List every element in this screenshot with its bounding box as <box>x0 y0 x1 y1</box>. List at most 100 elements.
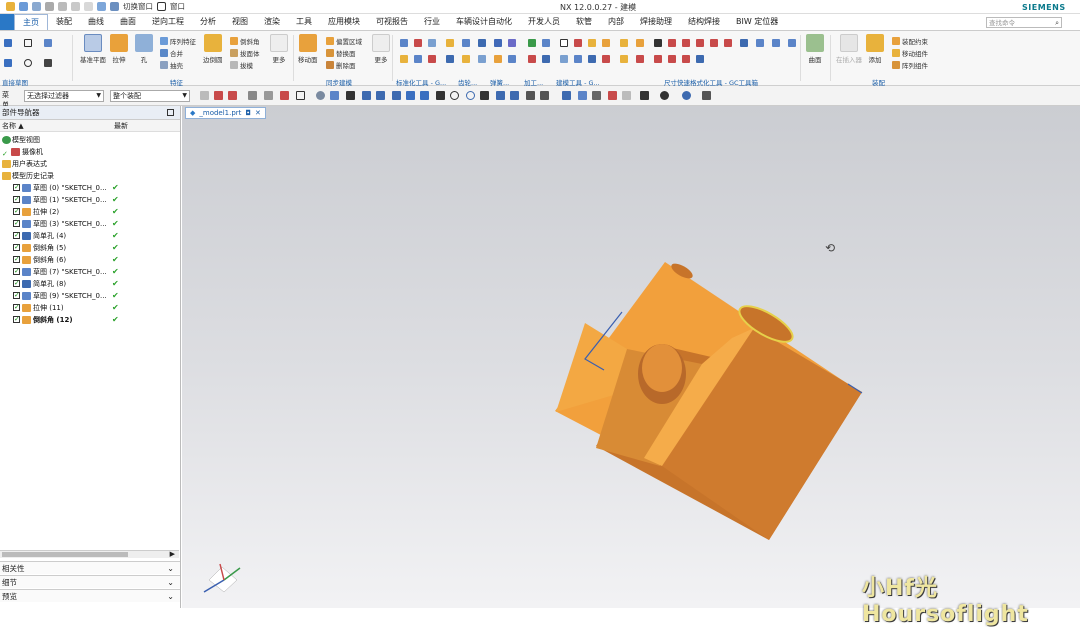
snap-icon[interactable] <box>510 91 519 100</box>
more-features-button[interactable]: 更多 <box>270 34 288 64</box>
feature-checkbox[interactable] <box>13 181 20 193</box>
scroll-right-icon[interactable]: ▶ <box>170 550 175 558</box>
snap-icon[interactable] <box>436 91 445 100</box>
tool-icon[interactable] <box>494 55 502 63</box>
tab-weld-assistant[interactable]: 焊接助理 <box>632 14 680 30</box>
tab-render[interactable]: 渲染 <box>256 14 288 30</box>
tool-icon[interactable] <box>668 39 676 47</box>
toolbar-icon[interactable] <box>214 91 223 100</box>
window-square-icon[interactable] <box>157 2 166 11</box>
tool-icon[interactable] <box>462 55 470 63</box>
tool-icon[interactable] <box>560 39 568 47</box>
view-icon[interactable] <box>622 91 631 100</box>
view-icon[interactable] <box>640 91 649 100</box>
tool-icon[interactable] <box>710 39 718 47</box>
panel-dependencies[interactable]: 相关性 ⌄ <box>0 561 180 574</box>
window-menu-label[interactable]: 窗口 <box>170 1 185 12</box>
view-icon[interactable] <box>660 91 669 100</box>
snap-icon[interactable] <box>420 91 429 100</box>
snap-icon[interactable] <box>392 91 401 100</box>
view-icon[interactable] <box>682 91 691 100</box>
tree-row-feature[interactable]: 草图 (7) "SKETCH_0... ✔ <box>0 265 180 278</box>
assembly-constraint-button[interactable]: 装配约束 <box>892 36 928 46</box>
tab-analysis[interactable]: 分析 <box>192 14 224 30</box>
maximize-icon[interactable] <box>167 109 174 116</box>
tool-icon[interactable] <box>428 39 436 47</box>
snap-icon[interactable] <box>406 91 415 100</box>
tab-view[interactable]: 视图 <box>224 14 256 30</box>
tool-icon[interactable] <box>478 39 486 47</box>
tool-icon[interactable] <box>574 55 582 63</box>
add-component-button[interactable]: 添加 <box>866 34 884 64</box>
tab-internal[interactable]: 内部 <box>600 14 632 30</box>
toolbar-icon[interactable] <box>248 91 257 100</box>
tool-icon[interactable] <box>400 55 408 63</box>
tree-row-feature[interactable]: 简单孔 (8) ✔ <box>0 277 180 290</box>
toolbar-icon[interactable] <box>280 91 289 100</box>
tool-icon[interactable] <box>636 39 644 47</box>
tab-biw-locator[interactable]: BIW 定位器 <box>728 14 786 30</box>
snap-icon[interactable] <box>526 91 535 100</box>
tool-icon[interactable] <box>560 55 568 63</box>
tab-application[interactable]: 应用模块 <box>320 14 368 30</box>
draft-button[interactable]: 拔模 <box>230 60 253 70</box>
circle-icon[interactable] <box>24 59 32 67</box>
tool-icon[interactable] <box>588 55 596 63</box>
copy-icon[interactable] <box>58 2 67 11</box>
tool-icon[interactable] <box>602 55 610 63</box>
tree-row-feature[interactable]: 简单孔 (4) ✔ <box>0 229 180 242</box>
thicken-button[interactable]: 拔面体 <box>230 48 260 58</box>
window-icon[interactable] <box>110 2 119 11</box>
array-feature-button[interactable]: 阵列特征 <box>160 36 196 46</box>
view-icon[interactable] <box>592 91 601 100</box>
tab-industry[interactable]: 行业 <box>416 14 448 30</box>
point-icon[interactable] <box>44 59 52 67</box>
more-sync-button[interactable]: 更多 <box>372 34 390 64</box>
redo-icon[interactable] <box>32 2 41 11</box>
undo-icon[interactable] <box>19 2 28 11</box>
tree-row-feature[interactable]: 拉伸 (2) ✔ <box>0 205 180 218</box>
tool-icon[interactable] <box>620 39 628 47</box>
component-dialog-button[interactable]: 在插入器 <box>836 34 862 64</box>
tree-row-feature[interactable]: 拉伸 (11) ✔ <box>0 301 180 314</box>
tab-assembly[interactable]: 装配 <box>48 14 80 30</box>
tool-icon[interactable] <box>446 55 454 63</box>
panel-preview[interactable]: 预览 ⌄ <box>0 589 180 602</box>
col-latest-header[interactable]: 最新 <box>114 120 128 132</box>
cut-icon[interactable] <box>45 2 54 11</box>
panel-details[interactable]: 细节 ⌄ <box>0 575 180 588</box>
unite-button[interactable]: 合并 <box>160 48 183 58</box>
tool-icon[interactable] <box>414 55 422 63</box>
tool-icon[interactable] <box>772 39 780 47</box>
tree-row-user-expressions[interactable]: 用户表达式 <box>0 158 180 170</box>
rectangle-icon[interactable] <box>24 39 32 47</box>
tool-icon[interactable] <box>668 55 676 63</box>
feature-checkbox[interactable] <box>13 229 20 241</box>
tab-reverse-engineering[interactable]: 逆向工程 <box>144 14 192 30</box>
tool-icon[interactable] <box>696 55 704 63</box>
part-model[interactable] <box>182 106 1080 608</box>
tab-visual-report[interactable]: 可视报告 <box>368 14 416 30</box>
tab-vehicle-design[interactable]: 车辆设计自动化 <box>448 14 520 30</box>
tree-row-feature[interactable]: 倒斜角 (6) ✔ <box>0 253 180 266</box>
tool-icon[interactable] <box>636 55 644 63</box>
menu-dropdown[interactable]: 菜单 <box>0 90 14 109</box>
hole-button[interactable]: 孔 <box>135 34 153 64</box>
surface-button[interactable]: 曲面 <box>806 34 824 64</box>
toolbar-icon[interactable] <box>228 91 237 100</box>
sketch-curve-icon[interactable] <box>4 39 12 47</box>
feature-checkbox[interactable] <box>13 193 20 205</box>
tool-icon[interactable] <box>446 39 454 47</box>
snap-icon[interactable] <box>480 91 489 100</box>
snap-icon[interactable] <box>466 91 475 100</box>
tree-row-feature[interactable]: 草图 (9) "SKETCH_0... ✔ <box>0 289 180 302</box>
scrollbar-thumb[interactable] <box>2 552 128 557</box>
tree-row-feature-current[interactable]: 倒斜角 (12) ✔ <box>0 313 180 326</box>
search-icon[interactable]: ⌕ <box>1055 18 1059 28</box>
feature-checkbox[interactable] <box>13 253 20 265</box>
snap-icon[interactable] <box>496 91 505 100</box>
tab-surface[interactable]: 曲面 <box>112 14 144 30</box>
tool-icon[interactable] <box>542 39 550 47</box>
col-name-header[interactable]: 名称 ▲ <box>2 120 24 132</box>
tool-icon[interactable] <box>494 39 502 47</box>
